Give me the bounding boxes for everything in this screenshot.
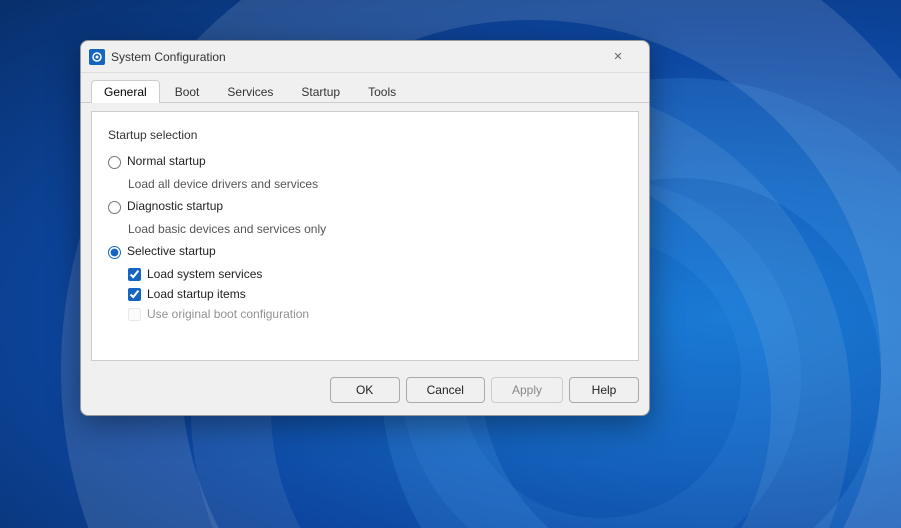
tab-general[interactable]: General bbox=[91, 80, 160, 103]
load-startup-items-item[interactable]: Load startup items bbox=[128, 287, 622, 301]
cancel-button[interactable]: Cancel bbox=[406, 377, 485, 403]
system-config-dialog: System Configuration ✕ General Boot Serv… bbox=[80, 40, 650, 416]
diagnostic-startup-radio[interactable]: Diagnostic startup bbox=[108, 199, 622, 214]
normal-startup-radio[interactable]: Normal startup bbox=[108, 154, 622, 169]
selective-startup-radio[interactable]: Selective startup bbox=[108, 244, 622, 259]
load-system-services-item[interactable]: Load system services bbox=[128, 267, 622, 281]
dialog-icon bbox=[89, 49, 105, 65]
footer: OK Cancel Apply Help bbox=[81, 369, 649, 415]
selective-options: Load system services Load startup items … bbox=[128, 267, 622, 321]
normal-startup-input[interactable] bbox=[108, 156, 121, 169]
ok-button[interactable]: OK bbox=[330, 377, 400, 403]
tab-tools[interactable]: Tools bbox=[355, 80, 409, 103]
selective-startup-input[interactable] bbox=[108, 246, 121, 259]
tab-startup[interactable]: Startup bbox=[288, 80, 353, 103]
original-boot-label: Use original boot configuration bbox=[147, 307, 309, 321]
selective-startup-label: Selective startup bbox=[127, 244, 216, 258]
tab-boot[interactable]: Boot bbox=[162, 80, 213, 103]
dialog-title: System Configuration bbox=[111, 50, 595, 64]
load-system-services-label: Load system services bbox=[147, 267, 262, 281]
load-startup-items-label: Load startup items bbox=[147, 287, 246, 301]
original-boot-checkbox bbox=[128, 308, 141, 321]
close-button[interactable]: ✕ bbox=[595, 41, 641, 73]
diagnostic-startup-label: Diagnostic startup bbox=[127, 199, 223, 213]
help-button[interactable]: Help bbox=[569, 377, 639, 403]
diagnostic-startup-desc: Load basic devices and services only bbox=[128, 222, 622, 236]
load-startup-items-checkbox[interactable] bbox=[128, 288, 141, 301]
normal-startup-desc: Load all device drivers and services bbox=[128, 177, 622, 191]
diagnostic-startup-input[interactable] bbox=[108, 201, 121, 214]
section-title: Startup selection bbox=[108, 128, 622, 142]
content-panel: Startup selection Normal startup Load al… bbox=[91, 111, 639, 361]
normal-startup-label: Normal startup bbox=[127, 154, 206, 168]
load-system-services-checkbox[interactable] bbox=[128, 268, 141, 281]
tab-services[interactable]: Services bbox=[214, 80, 286, 103]
tabs-bar: General Boot Services Startup Tools bbox=[81, 73, 649, 103]
apply-button[interactable]: Apply bbox=[491, 377, 563, 403]
original-boot-item: Use original boot configuration bbox=[128, 307, 622, 321]
titlebar: System Configuration ✕ bbox=[81, 41, 649, 73]
